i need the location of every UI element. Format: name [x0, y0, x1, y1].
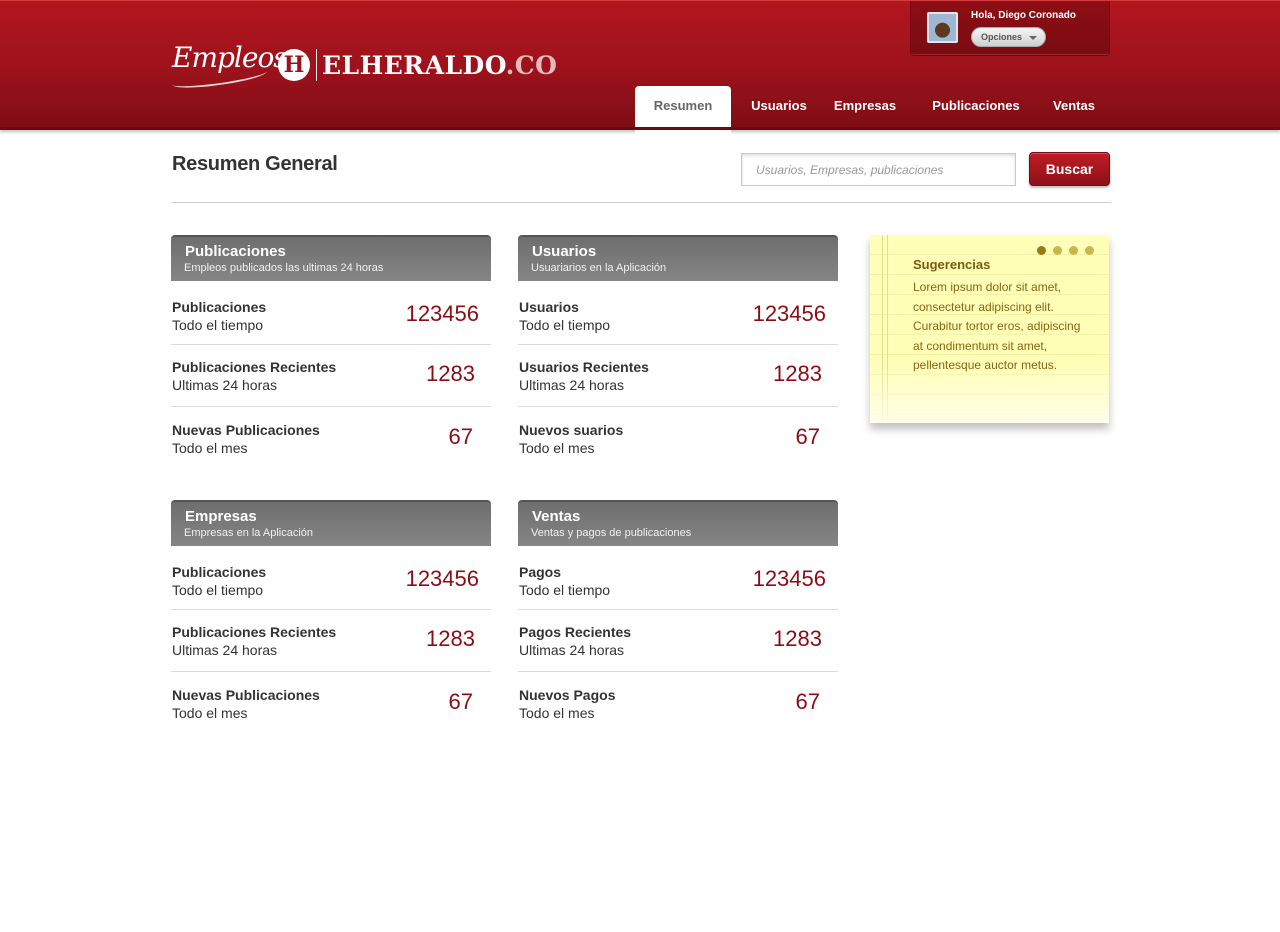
stat-period: Todo el mes [172, 705, 248, 721]
stat-period: Ultimas 24 horas [172, 642, 278, 658]
logo-divider [316, 49, 317, 81]
tab-usuarios[interactable]: Usuarios [745, 86, 813, 131]
stat-label: Publicaciones [172, 564, 267, 580]
panel-header: Empresas Empresas en la Aplicación [171, 500, 491, 546]
stat-period: Todo el tiempo [519, 317, 611, 333]
stat-period: Todo el mes [519, 705, 595, 721]
stat-label: Nuevos Pagos [519, 687, 616, 703]
panel-header: Ventas Ventas y pagos de publicaciones [518, 500, 838, 546]
stat-label: Publicaciones Recientes [172, 624, 337, 640]
panel-header: Usuarios Usuariarios en la Aplicación [518, 235, 838, 281]
panel-subtitle: Empresas en la Aplicación [184, 527, 314, 539]
panel-empresas: Empresas Empresas en la Aplicación Publi… [171, 500, 491, 734]
stat-period: Ultimas 24 horas [172, 377, 278, 393]
note-pager [1037, 246, 1094, 255]
stat-row: Pagos Todo el tiempo 123456 [518, 546, 838, 610]
logo-brand: ELHERALDO.CO [322, 51, 557, 80]
stat-row: Publicaciones Todo el tiempo 123456 [171, 546, 491, 610]
stat-value: 123456 [405, 301, 479, 326]
note-page-dot[interactable] [1069, 246, 1078, 255]
stat-period: Todo el tiempo [172, 317, 264, 333]
note-body: Lorem ipsum dolor sit amet, consectetur … [913, 280, 1081, 372]
stat-label: Pagos [519, 564, 562, 580]
stat-row: Usuarios Todo el tiempo 123456 [518, 281, 838, 345]
panel-subtitle: Usuariarios en la Aplicación [531, 262, 667, 274]
note-page-dot[interactable] [1037, 246, 1046, 255]
stat-period: Todo el tiempo [519, 582, 611, 598]
panel-header: Publicaciones Empleos publicados las ult… [171, 235, 491, 281]
stat-label: Nuevos suarios [519, 422, 624, 438]
stat-label: Pagos Recientes [519, 624, 632, 640]
note-page-dot[interactable] [1053, 246, 1062, 255]
search-button[interactable]: Buscar [1029, 152, 1110, 186]
stat-label: Usuarios Recientes [519, 359, 649, 375]
stat-row: Nuevas Publicaciones Todo el mes 67 [171, 672, 491, 734]
stat-value: 1283 [426, 626, 475, 651]
chevron-down-icon [1029, 36, 1037, 40]
stat-period: Todo el tiempo [172, 582, 264, 598]
stat-label: Nuevas Publicaciones [172, 422, 320, 438]
stat-value: 1283 [773, 361, 822, 386]
options-label: Opciones [981, 32, 1023, 42]
stat-period: Todo el mes [172, 440, 248, 456]
stat-row: Nuevos suarios Todo el mes 67 [518, 407, 838, 469]
tab-resumen[interactable]: Resumen [635, 86, 731, 134]
site-logo[interactable]: Empleos H ELHERALDO.CO [171, 41, 557, 92]
stat-value: 123456 [752, 566, 826, 591]
stat-row: Pagos Recientes Ultimas 24 horas 1283 [518, 610, 838, 672]
logo-h-icon: H [278, 49, 310, 81]
stat-row: Publicaciones Todo el tiempo 123456 [171, 281, 491, 345]
panel-subtitle: Empleos publicados las ultimas 24 horas [184, 262, 384, 274]
stat-label: Publicaciones [172, 299, 267, 315]
tab-publicaciones[interactable]: Publicaciones [931, 86, 1021, 131]
avatar[interactable] [927, 12, 958, 43]
stat-row: Nuevas Publicaciones Todo el mes 67 [171, 407, 491, 469]
stat-period: Todo el mes [519, 440, 595, 456]
panel-title: Publicaciones [185, 243, 286, 260]
stat-label: Nuevas Publicaciones [172, 687, 320, 703]
panel-title: Empresas [185, 508, 257, 525]
panel-usuarios: Usuarios Usuariarios en la Aplicación Us… [518, 235, 838, 469]
stat-row: Nuevos Pagos Todo el mes 67 [518, 672, 838, 734]
panel-ventas: Ventas Ventas y pagos de publicaciones P… [518, 500, 838, 734]
panel-title: Ventas [532, 508, 581, 525]
stat-value: 123456 [405, 566, 479, 591]
panel-subtitle: Ventas y pagos de publicaciones [531, 527, 692, 539]
stat-period: Ultimas 24 horas [519, 642, 625, 658]
stat-value: 1283 [773, 626, 822, 651]
options-button[interactable]: Opciones [971, 27, 1046, 47]
panel-title: Usuarios [532, 243, 597, 260]
search-input[interactable] [741, 153, 1016, 186]
stat-row: Publicaciones Recientes Ultimas 24 horas… [171, 610, 491, 672]
stat-value: 1283 [426, 361, 475, 386]
tab-ventas[interactable]: Ventas [1047, 86, 1101, 131]
tab-empresas[interactable]: Empresas [830, 86, 900, 131]
stat-value: 123456 [752, 301, 826, 326]
stat-label: Usuarios [519, 299, 579, 315]
user-box: Hola, Diego Coronado Opciones [910, 1, 1110, 56]
stat-value: 67 [448, 689, 473, 714]
suggestions-note: Sugerencias Lorem ipsum dolor sit amet, … [870, 235, 1109, 423]
top-header: Empleos H ELHERALDO.CO Hola, Diego Coron… [0, 0, 1280, 134]
panel-publicaciones: Publicaciones Empleos publicados las ult… [171, 235, 491, 469]
stat-value: 67 [795, 424, 820, 449]
stat-period: Ultimas 24 horas [519, 377, 625, 393]
stat-row: Usuarios Recientes Ultimas 24 horas 1283 [518, 345, 838, 407]
stat-value: 67 [795, 689, 820, 714]
note-title: Sugerencias [913, 257, 991, 272]
stat-label: Publicaciones Recientes [172, 359, 337, 375]
user-greeting: Hola, Diego Coronado [971, 10, 1076, 21]
note-page-dot[interactable] [1085, 246, 1094, 255]
logo-brand-tld: .CO [505, 51, 558, 80]
heading-divider [171, 202, 1111, 203]
page-title: Resumen General [172, 153, 338, 175]
logo-brand-name: ELHERALDO [322, 51, 506, 80]
stat-row: Publicaciones Recientes Ultimas 24 horas… [171, 345, 491, 407]
stat-value: 67 [448, 424, 473, 449]
